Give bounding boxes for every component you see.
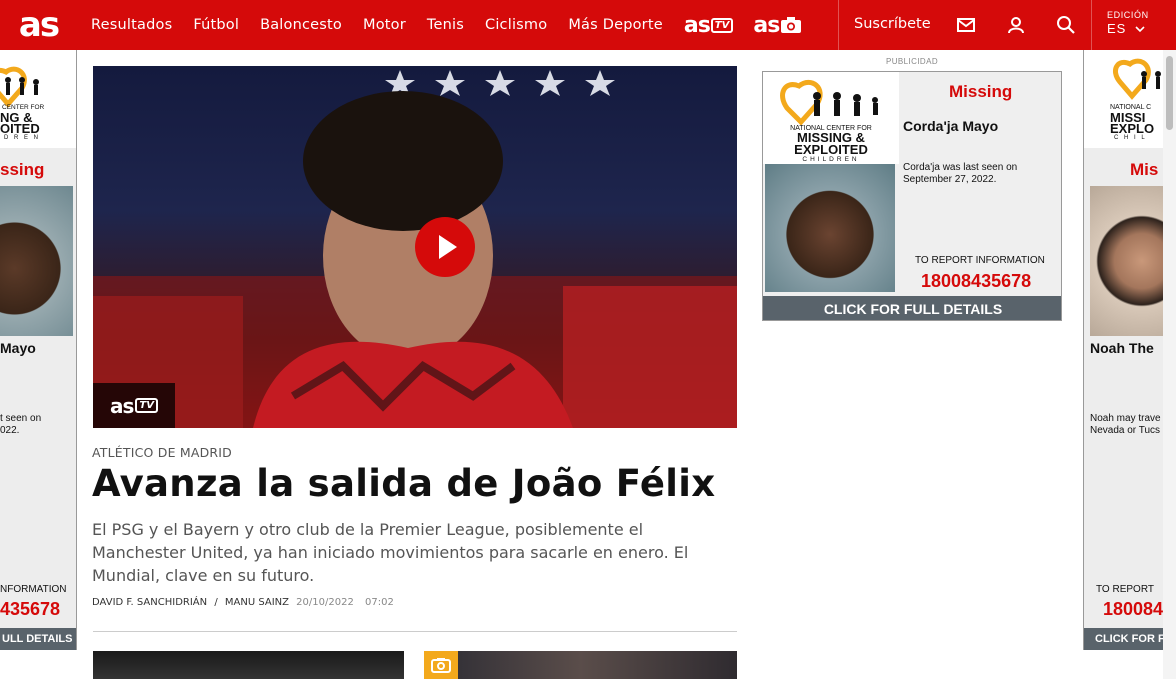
ad-seen-text: t seen on 022. (0, 413, 42, 436)
edition-label: EDICIÓN (1107, 10, 1149, 20)
ad-report-text: NFORMATION (0, 584, 67, 595)
ad-seen-text: Corda'ja was last seen on September 27, … (903, 162, 1018, 185)
nav-baloncesto[interactable]: Baloncesto (260, 17, 342, 33)
article-summary: El PSG y el Bayern y otro club de la Pre… (92, 520, 689, 585)
ad-report-text: TO REPORT INFORMATION (915, 255, 1045, 266)
ad-missing-title: ssing (0, 160, 45, 179)
byline-separator: / (214, 597, 218, 608)
subscribe-button[interactable]: Suscríbete (854, 16, 931, 32)
play-button[interactable] (415, 217, 475, 277)
children-logo-icon (780, 79, 878, 126)
ad-phone: 18008435678 (921, 271, 1032, 291)
children-logo-icon (0, 66, 39, 108)
article-kicker[interactable]: ATLÉTICO DE MADRID (92, 445, 232, 460)
top-navigation-bar: as Resultados Fútbol Baloncesto Motor Te… (0, 0, 1176, 50)
ad-logo: NATIONAL C MISSI EXPLO C H I L (1084, 50, 1163, 148)
camera-icon (431, 658, 451, 673)
ad-child-name: Noah The (1090, 340, 1154, 356)
as-tv-logo-text: as (683, 12, 711, 38)
ad-seen-text: Noah may trave Nevada or Tucs (1090, 413, 1161, 436)
as-photo-link[interactable]: as (753, 13, 802, 38)
nav-separator (1091, 0, 1092, 50)
author-2[interactable]: MANU SAINZ (225, 597, 289, 608)
as-photo-logo-text: as (753, 12, 780, 38)
search-icon[interactable] (1056, 15, 1076, 35)
left-side-ad[interactable]: CENTER FOR NG & OITED D R E N ssing Mayo… (0, 50, 77, 650)
ad-logo: CENTER FOR NG & OITED D R E N (0, 50, 76, 148)
author-1[interactable]: DAVID F. SANCHIDRIÁN (92, 597, 207, 608)
gallery-thumbnail[interactable] (424, 651, 737, 679)
article-byline: DAVID F. SANCHIDRIÁN / MANU SAINZ 20/10/… (92, 597, 394, 608)
ad-child-name: Corda'ja Mayo (903, 118, 999, 134)
nav-resultados[interactable]: Resultados (91, 17, 172, 33)
ad-child-name: Mayo (0, 340, 36, 356)
ad-missing-title: Mis (1130, 160, 1159, 179)
gallery-badge (424, 651, 458, 679)
article-thumbnail[interactable] (93, 651, 404, 679)
content-divider (93, 631, 737, 632)
ad-logo: NATIONAL CENTER FOR MISSING & EXPLOITED … (763, 72, 899, 164)
edition-selector[interactable]: EDICIÓN ES (1107, 10, 1149, 36)
ad-photo (765, 164, 895, 292)
user-icon[interactable] (1006, 15, 1026, 35)
ad-cta-button[interactable]: CLICK FOR FULL DETAILS (763, 296, 1061, 320)
camera-icon (781, 17, 802, 33)
article-headline[interactable]: Avanza la salida de João Félix (92, 462, 715, 505)
right-side-ad[interactable]: NATIONAL C MISSI EXPLO C H I L Mis Noah … (1083, 50, 1163, 650)
as-tv-link[interactable]: as TV (684, 13, 734, 38)
ad-phone: 180084 (1103, 599, 1163, 619)
ad-cta[interactable]: ULL DETAILS (0, 628, 76, 650)
nav-mas-deporte[interactable]: Más Deporte (568, 17, 663, 33)
as-logo[interactable]: as (0, 0, 77, 50)
ad-photo (0, 186, 73, 336)
ad-report-text: TO REPORT (1096, 584, 1154, 595)
ad-label: PUBLICIDAD (885, 57, 938, 66)
nav-futbol[interactable]: Fútbol (193, 17, 239, 33)
nav-separator (838, 0, 839, 50)
scrollbar-thumb[interactable] (1166, 56, 1173, 130)
nav-ciclismo[interactable]: Ciclismo (485, 17, 547, 33)
ad-cta[interactable]: CLICK FOR F (1084, 628, 1163, 650)
astv-badge: as TV (93, 383, 175, 428)
edition-value: ES (1107, 21, 1149, 36)
missing-child-ad[interactable]: NATIONAL CENTER FOR MISSING & EXPLOITED … (762, 71, 1062, 321)
ad-missing-title: Missing (949, 82, 1013, 101)
children-logo-icon (1113, 58, 1161, 100)
nav-motor[interactable]: Motor (363, 17, 406, 33)
hero-video[interactable]: as TV (93, 66, 737, 428)
nav-tenis[interactable]: Tenis (427, 17, 464, 33)
page-scrollbar[interactable] (1163, 50, 1176, 679)
article-time: 07:02 (365, 597, 394, 608)
mail-icon[interactable] (956, 15, 976, 35)
ad-photo (1090, 186, 1163, 336)
ad-phone: 435678 (0, 599, 61, 619)
tv-tag: TV (710, 17, 734, 33)
main-nav: Resultados Fútbol Baloncesto Motor Tenis… (91, 0, 822, 50)
chevron-down-icon (1135, 26, 1145, 33)
article-date: 20/10/2022 (296, 597, 354, 608)
